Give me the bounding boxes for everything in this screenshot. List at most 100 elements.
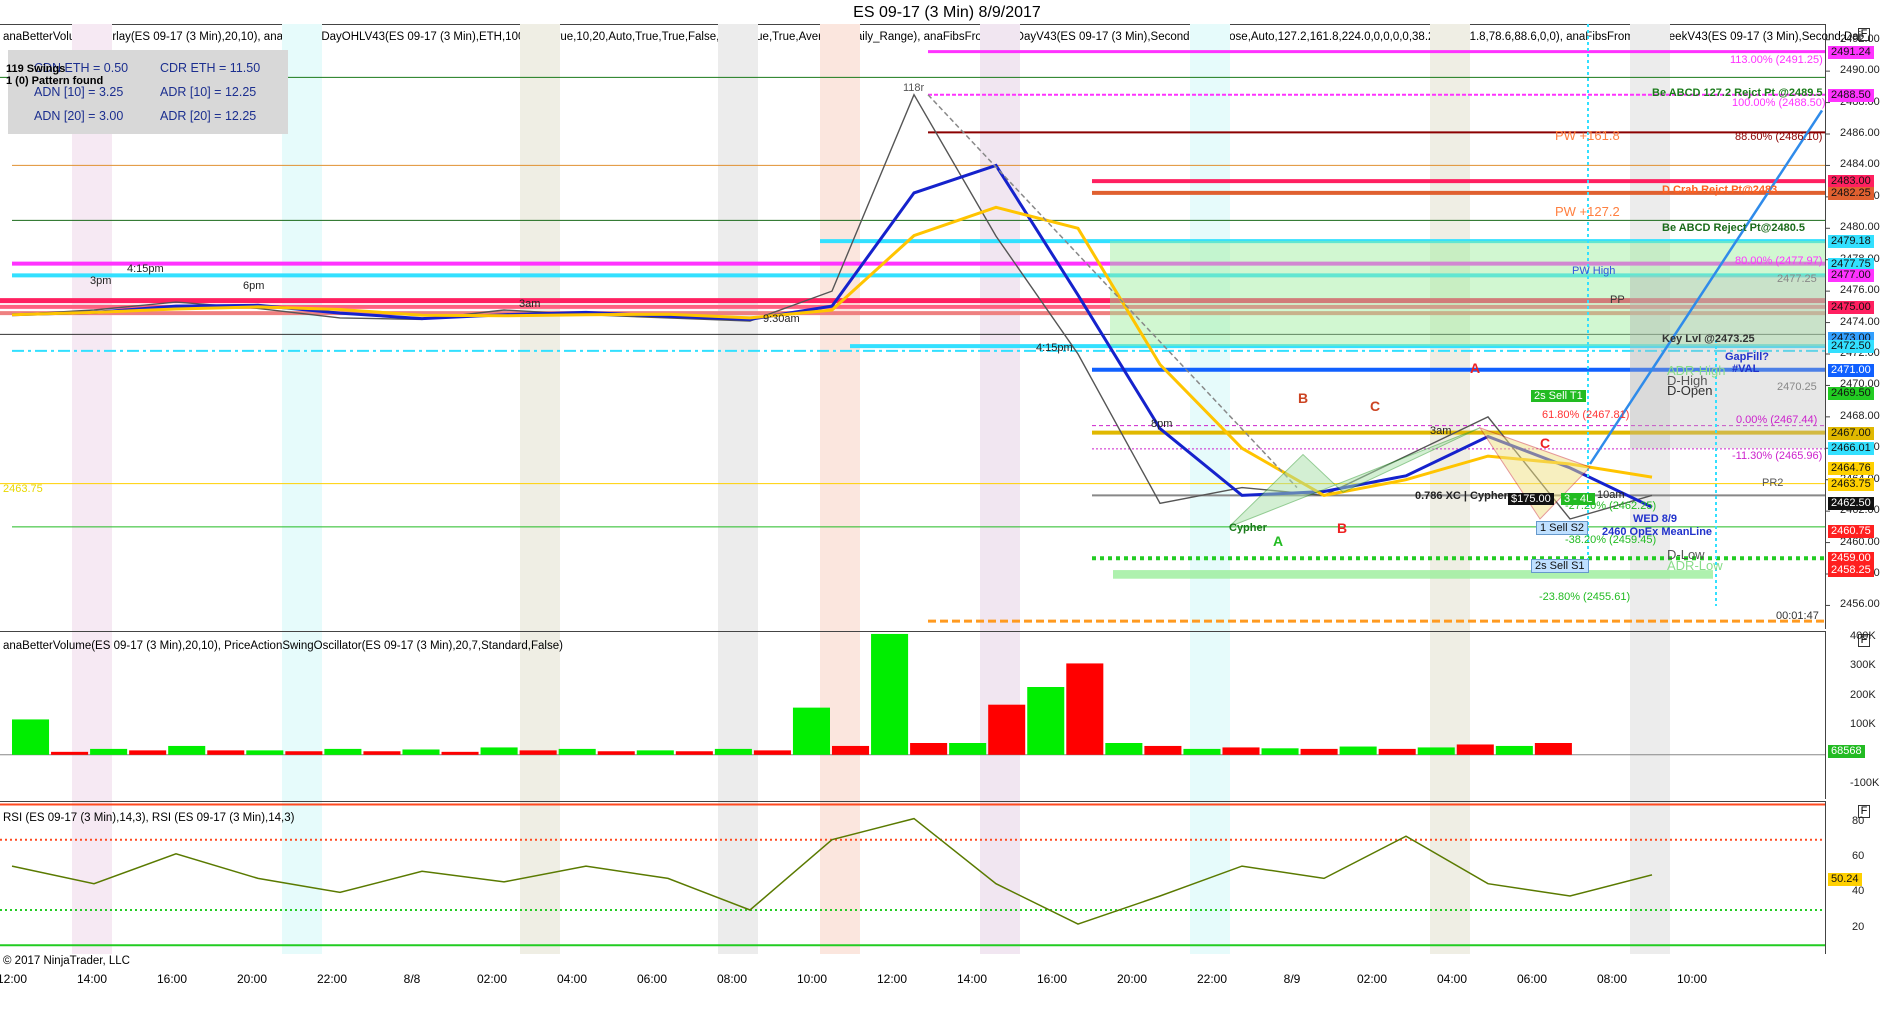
label-pct-113: 113.00% (2491.25): [1730, 54, 1823, 66]
point-c2: C: [1540, 435, 1551, 451]
price-tick: 2492.00: [1840, 32, 1880, 45]
label-pnl: $175.00: [1508, 493, 1554, 505]
time-tick: 20:00: [1116, 972, 1148, 986]
volume-tick: -100K: [1850, 777, 1880, 790]
price-tag: 2469.50: [1828, 387, 1874, 401]
adr10: ADR [10] = 12.25: [160, 85, 257, 99]
label-pct-neg382: -38.20% (2459.45): [1565, 534, 1657, 546]
label-pct-neg272: -27.20% (2462.25): [1565, 500, 1657, 512]
label-cypher: Cypher: [1229, 522, 1267, 534]
time-930am: 9:30am: [763, 313, 800, 325]
pattern: 1 (0) Pattern found: [6, 75, 104, 87]
time-415pm: 4:15pm: [127, 263, 164, 275]
time-10am: 10am: [1597, 489, 1625, 501]
rsi-tick: 60: [1852, 850, 1865, 863]
time-tick: 02:00: [1356, 972, 1388, 986]
price-tag: 2472.50: [1828, 340, 1874, 354]
label-adr-low: ADR-Low: [1667, 558, 1723, 573]
time-3am: 3am: [519, 298, 541, 310]
adr20: ADR [20] = 12.25: [160, 109, 257, 123]
label-pw-1618: PW +161.8: [1555, 128, 1620, 143]
time-tick: 08:00: [1596, 972, 1628, 986]
price-tag: 2491.24: [1828, 45, 1874, 59]
label-pr2: PR2: [1762, 477, 1784, 489]
volume-tick: 300K: [1850, 659, 1876, 672]
label-gapfill: GapFill?: [1725, 351, 1769, 363]
label-pp: PP: [1610, 294, 1625, 306]
time-tick: 16:00: [1036, 972, 1068, 986]
label-val: #VAL: [1732, 363, 1760, 375]
price-tag: 2482.25: [1828, 186, 1874, 200]
price-tag: 2467.00: [1828, 426, 1874, 440]
rsi-tick: 20: [1852, 920, 1865, 933]
time-tick: 10:00: [1676, 972, 1708, 986]
point-b1: B: [1337, 520, 1348, 536]
label-timer: 00:01:47: [1776, 610, 1819, 622]
label-sell-s1: 2s Sell S1: [1531, 559, 1589, 573]
volume-indicator-label: anaBetterVolume(ES 09-17 (3 Min),20,10),…: [3, 640, 563, 652]
time-tick: 12:00: [876, 972, 908, 986]
time-415pm-2: 4:15pm: [1036, 342, 1073, 354]
time-3pm: 3pm: [90, 275, 112, 287]
time-tick: 16:00: [156, 972, 188, 986]
label-pct-80: 80.00% (2477.97): [1735, 255, 1823, 267]
label-pct-neg113: -11.30% (2465.96): [1732, 450, 1823, 462]
price-tag: 2458.25: [1828, 564, 1874, 578]
label-pct-886: 88.60% (2486.10): [1735, 131, 1823, 143]
volume-axis[interactable]: [1825, 631, 1894, 799]
price-tag: 2477.00: [1828, 269, 1874, 283]
volume-last-tag: 68568: [1828, 745, 1865, 758]
rsi-indicator-label: RSI (ES 09-17 (3 Min),14,3), RSI (ES 09-…: [3, 812, 295, 824]
price-tag: 2462.50: [1828, 497, 1874, 511]
time-tick: 08:00: [716, 972, 748, 986]
time-tick: 14:00: [956, 972, 988, 986]
adn20: ADN [20] = 3.00: [34, 109, 124, 123]
rsi-tick: 40: [1852, 885, 1865, 898]
volume-panel[interactable]: [0, 631, 1825, 800]
time-tick: 10:00: [796, 972, 828, 986]
label-d-open: D-Open: [1667, 383, 1713, 398]
time-tick: 8/8: [403, 972, 421, 986]
time-tick: 22:00: [1196, 972, 1228, 986]
left-price-marker: 2463.75: [3, 483, 43, 495]
price-tick: 2476.00: [1840, 284, 1880, 297]
price-tick: 2490.00: [1840, 64, 1880, 77]
label-sell-s2: 1 Sell S2: [1536, 521, 1589, 535]
time-tick: 8/9: [1283, 972, 1301, 986]
price-tag: 2463.75: [1828, 477, 1874, 491]
volume-tick: 400K: [1850, 629, 1876, 642]
time-8pm: 8pm: [1151, 418, 1173, 430]
volume-tick: 200K: [1850, 688, 1876, 701]
label-pct-0: 0.00% (2467.44): [1736, 414, 1818, 426]
price-tick: 2468.00: [1840, 409, 1880, 422]
price-tick: 2480.00: [1840, 221, 1880, 234]
price-tag: 2488.50: [1828, 88, 1874, 102]
point-b2: B: [1298, 390, 1309, 406]
time-6pm: 6pm: [243, 280, 265, 292]
price-tick: 2474.00: [1840, 315, 1880, 328]
price-tag: 2479.18: [1828, 235, 1874, 249]
point-a1: A: [1273, 533, 1284, 549]
swing-count: 119 Swings 1 (0) Pattern found: [6, 63, 103, 87]
time-tick: 06:00: [636, 972, 668, 986]
time-tick: 12:00: [0, 972, 28, 986]
rsi-panel[interactable]: [0, 801, 1825, 955]
label-sell-t1: 2s Sell T1: [1531, 390, 1586, 402]
label-2470: 2470.25: [1777, 381, 1817, 393]
point-c1: C: [1370, 398, 1381, 414]
price-tag: 2471.00: [1828, 363, 1874, 377]
time-tick: 14:00: [76, 972, 108, 986]
time-tick: 04:00: [556, 972, 588, 986]
label-key-level: Key Lvl @2473.25: [1662, 333, 1755, 345]
time-tick: 02:00: [476, 972, 508, 986]
time-tick: 06:00: [1516, 972, 1548, 986]
price-tick: 2456.00: [1840, 598, 1880, 611]
price-tag: 2464.76: [1828, 461, 1874, 475]
price-tag: 2475.00: [1828, 300, 1874, 314]
label-118r: 118r: [903, 82, 925, 94]
time-tick: 04:00: [1436, 972, 1468, 986]
rsi-tick: 80: [1852, 815, 1865, 828]
volume-tick: 100K: [1850, 718, 1876, 731]
label-d-crab: D Crab Rejct Pt@2483: [1662, 184, 1778, 196]
label-wed: WED 8/9: [1633, 513, 1678, 525]
